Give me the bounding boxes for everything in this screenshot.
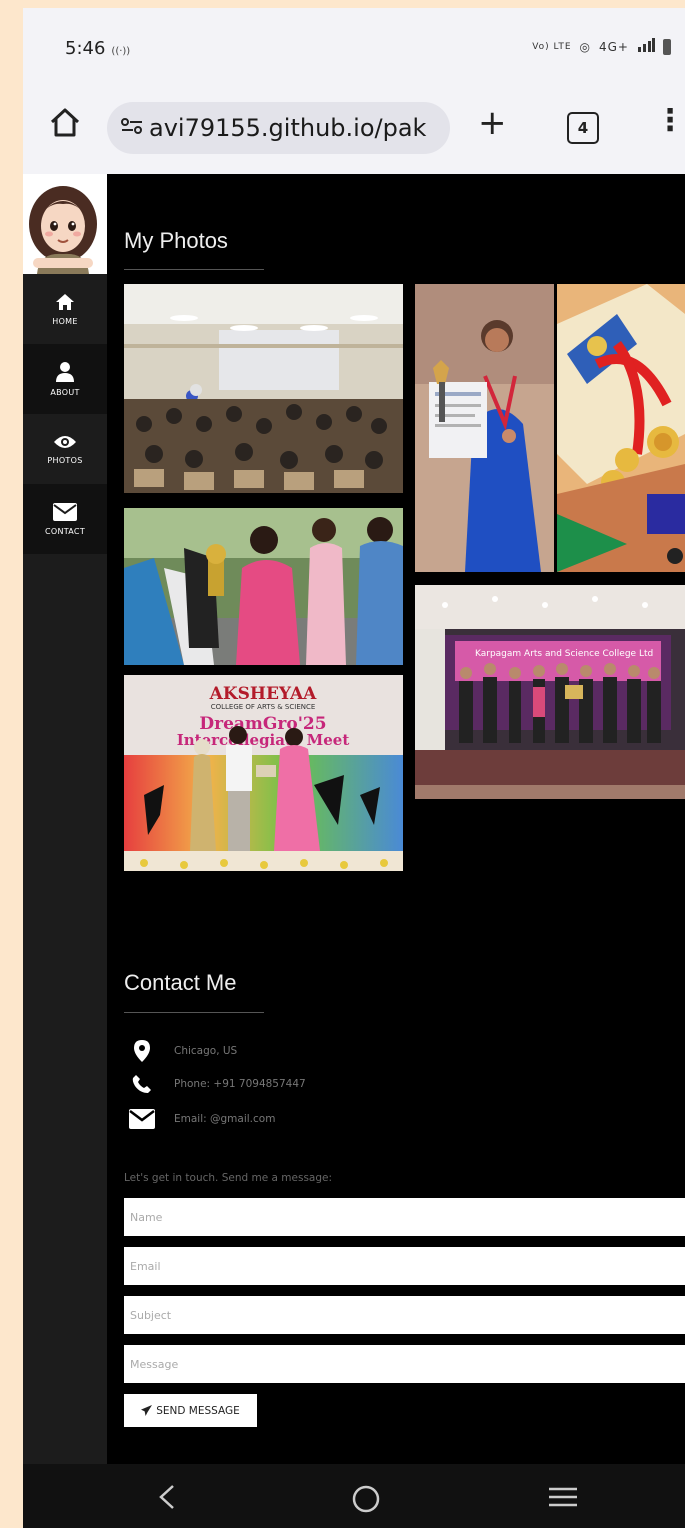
tab-count: 4 bbox=[577, 119, 589, 137]
recents-button[interactable] bbox=[547, 1484, 579, 1514]
map-pin-icon bbox=[127, 1040, 157, 1062]
site-settings-icon[interactable] bbox=[121, 117, 149, 140]
new-tab-button[interactable]: + bbox=[478, 106, 507, 140]
banner-college-subtitle: COLLEGE OF ARTS & SCIENCE bbox=[211, 703, 316, 711]
envelope-icon bbox=[127, 1109, 157, 1129]
message-input[interactable] bbox=[124, 1345, 685, 1383]
more-menu-icon: ⋮ bbox=[655, 103, 685, 138]
address-bar[interactable]: avi79155.github.io/pak bbox=[107, 102, 450, 154]
home-circle-icon bbox=[352, 1485, 380, 1513]
home-icon bbox=[56, 293, 74, 310]
send-message-button[interactable]: SEND MESSAGE bbox=[124, 1394, 257, 1427]
new-tab-plus-icon: + bbox=[478, 103, 507, 143]
browser-home-button[interactable] bbox=[47, 104, 83, 140]
name-input[interactable] bbox=[124, 1198, 685, 1236]
location-text: Chicago, US bbox=[174, 1045, 238, 1057]
send-message-label: SEND MESSAGE bbox=[156, 1404, 240, 1417]
back-icon bbox=[159, 1485, 174, 1509]
recents-icon bbox=[549, 1487, 577, 1507]
phone-icon bbox=[127, 1074, 157, 1094]
eye-icon bbox=[54, 435, 76, 448]
hotspot-indicator: ((·)) bbox=[111, 46, 131, 57]
contact-phone: Phone: +91 7094857447 bbox=[127, 1074, 306, 1094]
photo-medals[interactable] bbox=[557, 284, 685, 572]
tabs-button[interactable]: 4 bbox=[567, 112, 599, 144]
home-icon bbox=[50, 108, 80, 137]
sidebar: HOME ABOUT PHOTOS CONTACT bbox=[23, 174, 107, 1464]
user-icon bbox=[56, 361, 74, 382]
photo-trophy-outdoor[interactable] bbox=[124, 508, 403, 665]
network-type: 4G+ bbox=[599, 39, 629, 54]
hotspot-icon: ◎ bbox=[579, 39, 591, 54]
title-divider bbox=[124, 1012, 264, 1013]
sidebar-item-photos[interactable]: PHOTOS bbox=[23, 414, 107, 484]
photo-stage-group[interactable]: Karpagam Arts and Science College Ltd bbox=[415, 585, 685, 799]
subject-input[interactable] bbox=[124, 1296, 685, 1334]
sidebar-item-label: HOME bbox=[52, 316, 78, 326]
browser-toolbar: avi79155.github.io/pak + 4 ⋮ bbox=[23, 88, 685, 174]
paper-plane-icon bbox=[141, 1405, 153, 1416]
photo-dreamgro-meet[interactable]: AKSHEYAA COLLEGE OF ARTS & SCIENCE Dream… bbox=[124, 675, 403, 871]
contact-lead-text: Let's get in touch. Send me a message: bbox=[124, 1172, 333, 1184]
email-input[interactable] bbox=[124, 1247, 685, 1285]
envelope-icon bbox=[53, 502, 77, 521]
cartoon-avatar-image bbox=[29, 186, 97, 274]
sidebar-item-label: PHOTOS bbox=[47, 455, 83, 465]
sidebar-item-about[interactable]: ABOUT bbox=[23, 344, 107, 414]
stage-banner-text: Karpagam Arts and Science College Ltd bbox=[475, 649, 653, 659]
more-menu-button[interactable]: ⋮ bbox=[655, 106, 685, 136]
sidebar-item-label: CONTACT bbox=[44, 526, 86, 536]
url-text: avi79155.github.io/pak bbox=[149, 114, 427, 142]
photo-award-student[interactable] bbox=[415, 284, 554, 572]
phone-screen: 5:46 ((·)) Vo) LTE ◎ 4G+ avi79155.github.… bbox=[23, 8, 685, 1528]
contact-email: Email: @gmail.com bbox=[127, 1109, 275, 1129]
main-content: My Photos Karpagam Arts and Science Coll… bbox=[107, 174, 685, 1464]
contact-location: Chicago, US bbox=[127, 1040, 237, 1062]
avatar bbox=[23, 174, 107, 274]
sidebar-item-home[interactable]: HOME bbox=[23, 274, 107, 344]
volte-icon: Vo) LTE bbox=[532, 41, 572, 52]
status-icons: Vo) LTE ◎ 4G+ bbox=[532, 38, 671, 55]
banner-college-name: AKSHEYAA bbox=[209, 684, 318, 704]
phone-text: Phone: +91 7094857447 bbox=[174, 1078, 306, 1090]
sidebar-item-contact[interactable]: CONTACT bbox=[23, 484, 107, 554]
status-time: 5:46 ((·)) bbox=[65, 38, 131, 59]
back-button[interactable] bbox=[157, 1484, 177, 1514]
contact-section-title: Contact Me bbox=[124, 970, 237, 995]
photo-seminar-hall[interactable] bbox=[124, 284, 403, 493]
title-divider bbox=[124, 269, 264, 270]
signal-icon bbox=[637, 38, 655, 55]
system-nav-bar bbox=[23, 1464, 685, 1528]
home-nav-button[interactable] bbox=[351, 1484, 381, 1518]
battery-icon bbox=[663, 38, 671, 55]
photos-section-title: My Photos bbox=[124, 228, 228, 253]
status-bar: 5:46 ((·)) Vo) LTE ◎ 4G+ bbox=[23, 8, 685, 88]
sidebar-item-label: ABOUT bbox=[50, 387, 80, 397]
email-text: Email: @gmail.com bbox=[174, 1113, 276, 1125]
